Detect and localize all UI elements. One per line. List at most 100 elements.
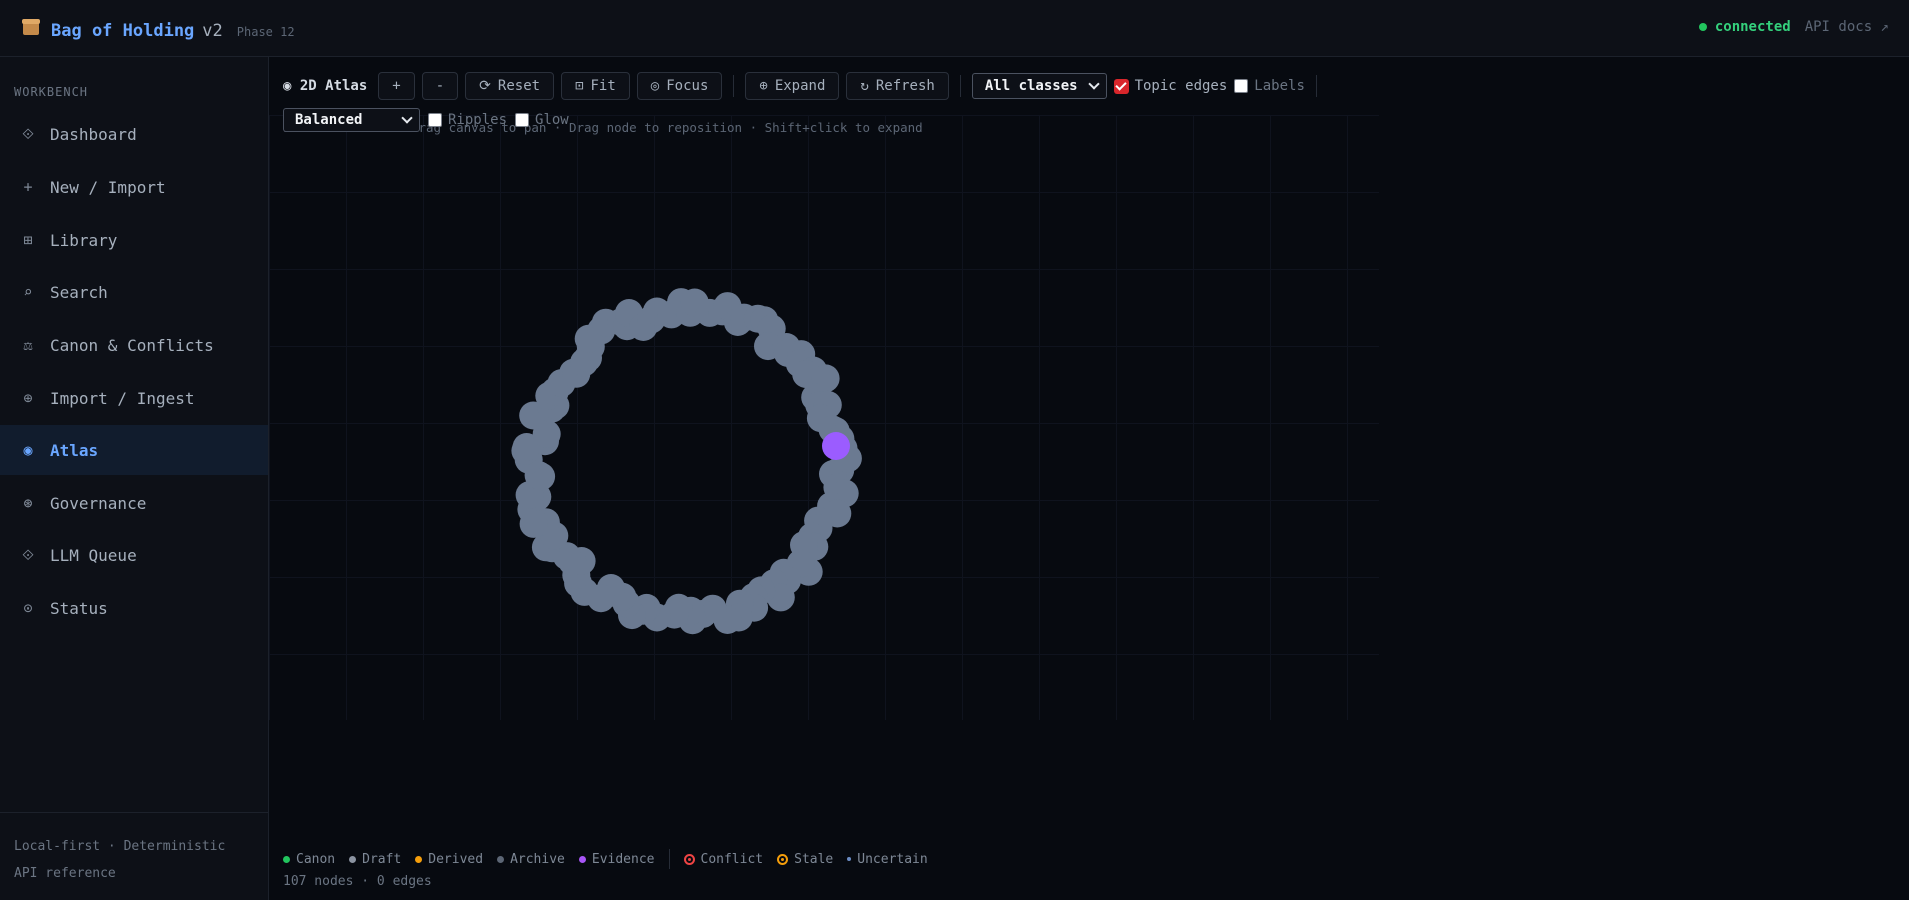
- checkbox-unchecked-icon[interactable]: [1234, 79, 1249, 93]
- fit-label: Fit: [590, 78, 616, 94]
- sidebar-item-governance[interactable]: ⊛ Governance: [0, 478, 268, 528]
- sidebar-item-library[interactable]: ⊞ Library: [0, 215, 268, 265]
- legend-label: Draft: [362, 851, 402, 867]
- chevron-down-icon: [1087, 78, 1100, 90]
- legend-label: Uncertain: [857, 851, 928, 867]
- toolbar-divider: [733, 75, 735, 97]
- diamond-icon: ⟐: [22, 125, 34, 143]
- sidebar-item-llm-queue[interactable]: ⟐ LLM Queue: [0, 530, 268, 580]
- top-bar: Bag of Holding v2 Phase 12 connected API…: [0, 0, 1909, 57]
- toolbar-divider: [959, 75, 961, 97]
- fit-button[interactable]: ⊡ Fit: [561, 72, 630, 100]
- sidebar-item-label: Search: [50, 282, 108, 302]
- sidebar-item-label: Canon & Conflicts: [50, 335, 214, 355]
- atlas-canvas[interactable]: [269, 57, 1379, 757]
- legend-divider: [668, 849, 670, 869]
- legend-uncertain: Uncertain: [847, 851, 928, 867]
- scales-icon: ⚖: [23, 336, 33, 354]
- phase-badge: Phase 12: [236, 25, 295, 39]
- layout-mode-select[interactable]: Balanced: [283, 108, 420, 132]
- sidebar-item-label: Governance: [50, 493, 147, 513]
- evidence-dot-icon: [578, 855, 586, 863]
- sidebar-heading: WORKBENCH: [14, 85, 89, 99]
- ripples-label: Ripples: [448, 112, 508, 128]
- api-docs-link[interactable]: API docs ↗: [1805, 19, 1889, 35]
- zoom-in-button[interactable]: +: [378, 72, 415, 100]
- sidebar-item-atlas[interactable]: ◉ Atlas: [0, 425, 268, 475]
- topic-edges-label: Topic edges: [1134, 78, 1228, 94]
- archive-dot-icon: [497, 855, 505, 863]
- sidebar-item-canon-conflicts[interactable]: ⚖ Canon & Conflicts: [0, 320, 268, 370]
- legend-archive: Archive: [497, 852, 565, 867]
- checkbox-unchecked-icon[interactable]: [515, 113, 530, 127]
- class-filter-value: All classes: [984, 78, 1078, 94]
- evidence-node[interactable]: [822, 432, 850, 460]
- legend-label: Canon: [296, 851, 336, 867]
- sidebar-item-label: Library: [50, 230, 118, 250]
- legend-canon: Canon: [283, 852, 335, 867]
- zoom-out-label: -: [435, 78, 445, 94]
- legend-stale: Stale: [777, 852, 833, 867]
- focus-label: Focus: [666, 78, 709, 94]
- legend-evidence: Evidence: [578, 851, 655, 867]
- conflict-ring-icon: [683, 853, 695, 865]
- target-icon: ◉: [23, 441, 33, 459]
- atlas-legend: Canon Draft Derived Archive Evidence Con…: [283, 849, 928, 869]
- topic-edges-toggle[interactable]: Topic edges: [1113, 78, 1228, 94]
- sidebar: WORKBENCH ⟐ Dashboard + New / Import ⊞ L…: [0, 57, 269, 900]
- plus-icon: +: [23, 178, 33, 196]
- sidebar-item-status[interactable]: ⊙ Status: [0, 583, 268, 633]
- connection-text: connected: [1714, 19, 1791, 35]
- atlas-toolbar: ◉ 2D Atlas + - ⟳ Reset ⊡ Fit ◎ Focus ⊕ Expan…: [283, 72, 1321, 100]
- legend-derived: Derived: [415, 852, 483, 867]
- legend-label: Conflict: [700, 851, 764, 867]
- labels-toggle[interactable]: Labels: [1234, 78, 1305, 94]
- sidebar-item-dashboard[interactable]: ⟐ Dashboard: [0, 109, 268, 159]
- checkbox-unchecked-icon[interactable]: [428, 113, 442, 127]
- focus-button[interactable]: ◎ Focus: [636, 72, 723, 100]
- legend-label: Archive: [510, 851, 565, 867]
- app-name: Bag of Holding: [51, 21, 195, 41]
- expand-button[interactable]: ⊕ Expand: [745, 72, 840, 100]
- api-reference-link[interactable]: API reference: [14, 860, 254, 887]
- connection-indicator: connected: [1698, 19, 1791, 35]
- expand-icon: ⊕: [759, 78, 768, 94]
- sidebar-footer: Local-first · Deterministic API referenc…: [0, 812, 268, 887]
- zoom-out-button[interactable]: -: [421, 72, 459, 100]
- sidebar-item-import-ingest[interactable]: ⊕ Import / Ingest: [0, 373, 268, 423]
- sidebar-item-label: LLM Queue: [50, 545, 137, 565]
- status-icon: ⊙: [23, 599, 33, 617]
- globe-icon: ⊕: [23, 389, 33, 407]
- app-version: v2: [202, 21, 223, 41]
- status-dot-icon: [1698, 23, 1707, 31]
- sidebar-item-search[interactable]: ⌕ Search: [0, 267, 268, 317]
- refresh-button[interactable]: ↻ Refresh: [846, 72, 949, 100]
- grid-icon: ⊞: [23, 231, 33, 249]
- reset-button[interactable]: ⟳ Reset: [465, 72, 555, 100]
- checkbox-checked-icon[interactable]: [1113, 78, 1129, 94]
- reset-icon: ⟳: [479, 78, 491, 94]
- zoom-in-label: +: [392, 78, 401, 94]
- labels-label: Labels: [1254, 78, 1305, 94]
- legend-draft: Draft: [349, 852, 401, 867]
- derived-dot-icon: [415, 855, 423, 863]
- class-filter-select[interactable]: All classes: [971, 73, 1107, 99]
- expand-label: Expand: [774, 78, 826, 94]
- atlas-panel: ◉ 2D Atlas + - ⟳ Reset ⊡ Fit ◎ Focus ⊕ Expan…: [269, 57, 1909, 900]
- connection-status: connected API docs ↗: [1698, 19, 1889, 35]
- legend-label: Stale: [794, 851, 834, 867]
- reset-label: Reset: [497, 78, 541, 94]
- sidebar-item-new-import[interactable]: + New / Import: [0, 162, 268, 212]
- layout-mode-value: Balanced: [295, 112, 363, 128]
- sidebar-item-label: Status: [50, 598, 108, 618]
- ripples-toggle[interactable]: Ripples: [428, 112, 507, 128]
- graph-counts: 107 nodes · 0 edges: [283, 874, 432, 889]
- glow-toggle[interactable]: Glow: [515, 112, 569, 128]
- sidebar-item-label: Atlas: [50, 440, 99, 460]
- brand[interactable]: Bag of Holding v2 Phase 12: [21, 16, 295, 41]
- package-icon: [21, 18, 43, 38]
- fit-icon: ⊡: [575, 78, 584, 94]
- legend-label: Evidence: [591, 851, 655, 867]
- stale-ring-icon: [777, 853, 789, 865]
- footer-tagline: Local-first · Deterministic: [14, 839, 226, 854]
